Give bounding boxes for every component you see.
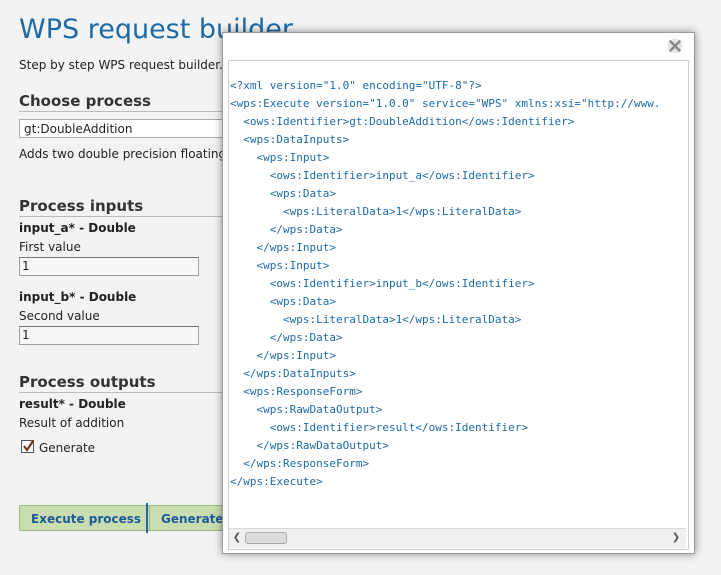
execute-process-button[interactable]: Execute process — [19, 505, 154, 531]
xml-line: <?xml version="1.0" encoding="UTF-8"?> — [230, 79, 482, 92]
xml-line: </wps:Input> — [230, 349, 336, 362]
xml-line: </wps:ResponseForm> — [230, 457, 370, 470]
generate-label: Generate — [39, 441, 96, 455]
choose-process-heading: Choose process — [19, 92, 234, 112]
page-subtitle: Step by step WPS request builder. — [19, 58, 223, 72]
checkmark-icon — [23, 440, 34, 452]
xml-line: <wps:Input> — [230, 151, 330, 164]
close-icon[interactable] — [667, 38, 683, 54]
xml-line: <wps:LiteralData>1</wps:LiteralData> — [230, 205, 522, 218]
xml-line: </wps:RawDataOutput> — [230, 439, 389, 452]
xml-line: <wps:Data> — [230, 187, 336, 200]
process-description: Adds two double precision floating — [19, 147, 227, 161]
input-a-name: input_a* - Double — [19, 221, 136, 235]
result-name: result* - Double — [19, 397, 126, 411]
xml-line: <ows:Identifier>gt:DoubleAddition</ows:I… — [230, 115, 575, 128]
xml-line: </wps:DataInputs> — [230, 367, 356, 380]
process-inputs-heading: Process inputs — [19, 197, 234, 217]
generate-checkbox-row[interactable]: Generate — [21, 440, 95, 455]
input-a-field[interactable]: 1 — [19, 257, 199, 276]
xml-line: <wps:RawDataOutput> — [230, 403, 383, 416]
xml-line: <wps:LiteralData>1</wps:LiteralData> — [230, 313, 522, 326]
input-a-label: First value — [19, 240, 81, 254]
xml-line: </wps:Execute> — [230, 475, 323, 488]
xml-line: <ows:Identifier>input_a</ows:Identifier> — [230, 169, 535, 182]
input-b-field[interactable]: 1 — [19, 326, 199, 345]
process-outputs-heading: Process outputs — [19, 373, 234, 393]
scroll-right-icon[interactable]: ❯ — [670, 532, 682, 544]
xml-dialog: <?xml version="1.0" encoding="UTF-8"?> <w… — [222, 32, 695, 554]
input-b-name: input_b* - Double — [19, 290, 137, 304]
xml-line: <wps:ResponseForm> — [230, 385, 363, 398]
process-select[interactable]: gt:DoubleAddition — [19, 119, 224, 138]
scrollbar-thumb[interactable] — [245, 532, 287, 544]
xml-line: </wps:Input> — [230, 241, 336, 254]
input-b-label: Second value — [19, 309, 100, 323]
generate-checkbox[interactable] — [21, 440, 34, 453]
xml-line: </wps:Data> — [230, 331, 343, 344]
xml-line: <ows:Identifier>input_b</ows:Identifier> — [230, 277, 535, 290]
scroll-left-icon[interactable]: ❮ — [231, 532, 243, 544]
horizontal-scrollbar[interactable]: ❮ ❯ — [229, 528, 686, 548]
xml-line: <ows:Identifier>result</ows:Identifier> — [230, 421, 529, 434]
result-description: Result of addition — [19, 416, 125, 430]
xml-line: <wps:Execute version="1.0.0" service="WP… — [230, 97, 661, 110]
xml-line: <wps:DataInputs> — [230, 133, 350, 146]
xml-line: </wps:Data> — [230, 223, 343, 236]
xml-code-view[interactable]: <?xml version="1.0" encoding="UTF-8"?> <w… — [228, 60, 689, 550]
button-divider — [146, 503, 148, 533]
xml-line: <wps:Input> — [230, 259, 330, 272]
xml-line: <wps:Data> — [230, 295, 336, 308]
